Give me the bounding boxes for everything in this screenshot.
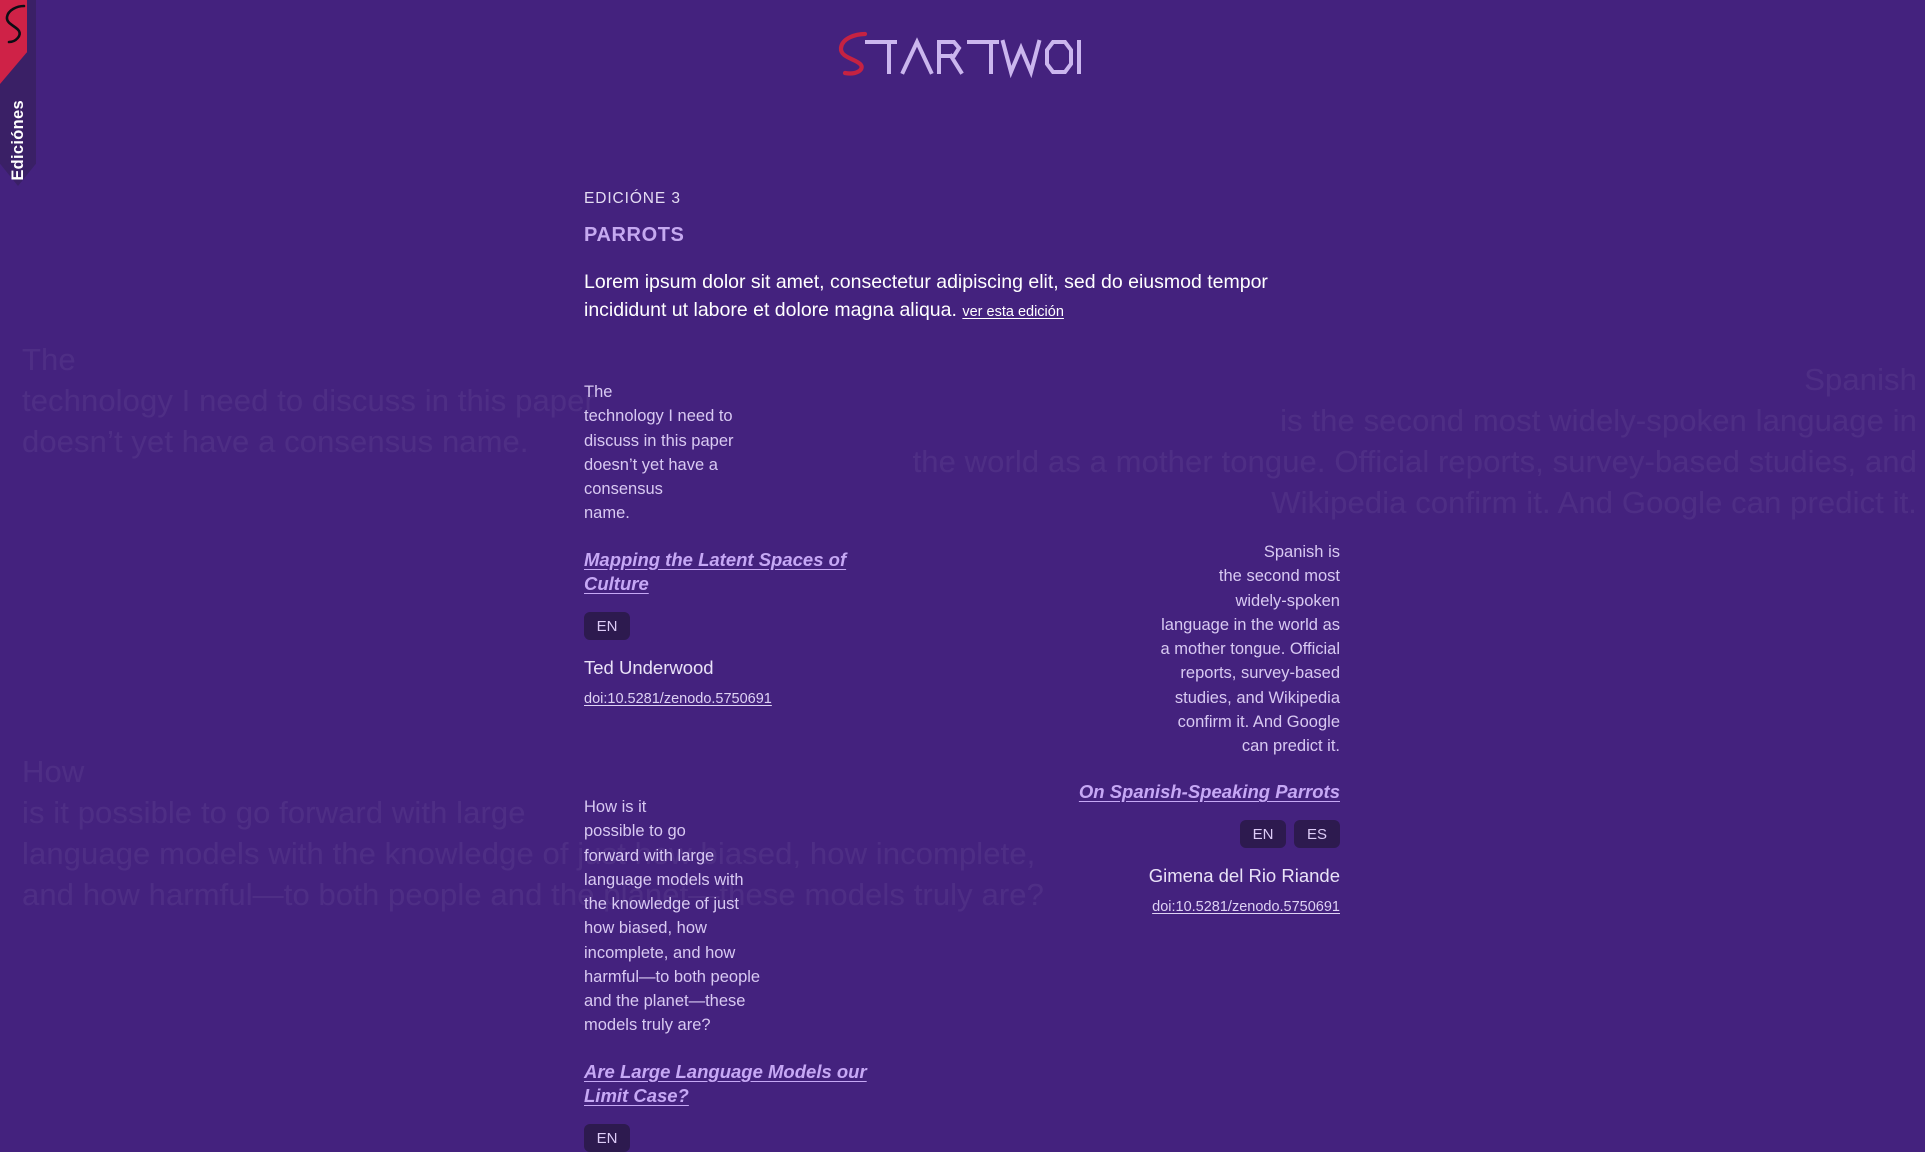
language-badge-en[interactable]: EN	[584, 1124, 630, 1152]
sidebar-item-ediciones[interactable]: Ediciónes	[0, 56, 36, 181]
article-title-link[interactable]: Mapping the Latent Spaces of Culture	[584, 548, 914, 598]
article-doi-link[interactable]: doi:10.5281/zenodo.5750691	[1152, 899, 1340, 915]
article-doi-link[interactable]: doi:10.5281/zenodo.5750691	[584, 691, 772, 707]
article-quote: Spanish is the second most widely-spoken…	[1160, 543, 1340, 755]
article-title-link[interactable]: Are Large Language Models our Limit Case…	[584, 1060, 914, 1110]
startwords-logo-icon	[838, 31, 1081, 78]
article-quote: The technology I need to discuss in this…	[584, 383, 734, 523]
language-badge-en[interactable]: EN	[584, 612, 630, 641]
article-title-link[interactable]: On Spanish-Speaking Parrots	[1079, 780, 1340, 805]
article-quote: How is it possible to go forward with la…	[584, 798, 761, 1035]
article-author: Gimena del Rio Riande	[1148, 865, 1340, 887]
language-badge-en[interactable]: EN	[1240, 820, 1286, 849]
article-language-badges: EN	[584, 612, 914, 641]
s-swoosh-icon	[5, 4, 26, 44]
page-title: PARROTS	[584, 224, 685, 246]
edition-header: EDICIÓNE 3 PARROTS Lorem ipsum dolor sit…	[584, 190, 1344, 324]
article-language-badges: EN	[584, 1124, 914, 1152]
article-card: How is it possible to go forward with la…	[584, 795, 914, 1152]
edition-description: Lorem ipsum dolor sit amet, consectetur …	[584, 269, 1344, 324]
language-badge-es[interactable]: ES	[1294, 820, 1340, 849]
edition-kicker: EDICIÓNE 3	[584, 190, 681, 207]
logo-mark	[837, 26, 1089, 78]
main-content: EDICIÓNE 3 PARROTS Lorem ipsum dolor sit…	[0, 0, 1925, 1152]
article-author: Ted Underwood	[584, 657, 714, 679]
edition-description-text: Lorem ipsum dolor sit amet, consectetur …	[584, 271, 1268, 321]
sidebar-ribbon-nav[interactable]: Ediciónes	[0, 0, 36, 186]
article-card: The technology I need to discuss in this…	[584, 380, 914, 708]
view-edition-link[interactable]: ver esta edición	[962, 304, 1064, 320]
site-logo[interactable]	[0, 26, 1925, 83]
article-language-badges: EN ES	[1020, 820, 1340, 849]
article-card: Spanish is the second most widely-spoken…	[1020, 540, 1340, 916]
sidebar-item-label: Ediciónes	[8, 100, 27, 181]
